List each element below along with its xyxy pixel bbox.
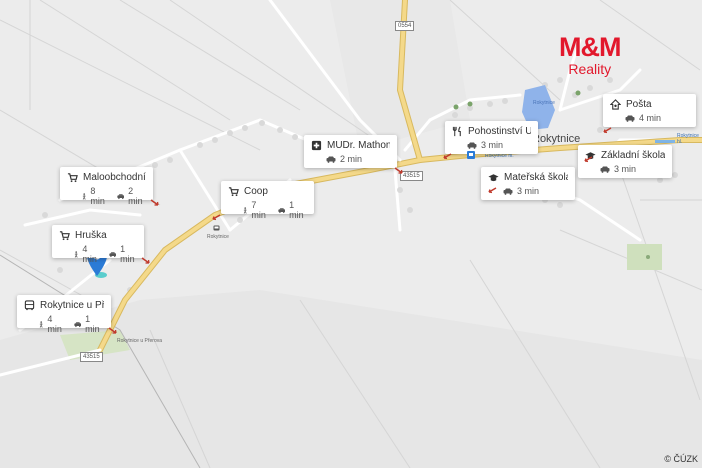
bus-stop-icon: [213, 225, 220, 231]
post-office-icon: [610, 99, 621, 110]
poi-name: Pošta: [626, 99, 652, 110]
cart-icon: [59, 231, 70, 241]
poi-car-time: 2 min: [128, 186, 143, 206]
car-icon: [73, 321, 81, 327]
poi-car-time: 2 min: [340, 154, 363, 164]
poi-walk-time: 4 min: [47, 314, 62, 334]
poi-car-time: 3 min: [614, 164, 637, 174]
car-icon: [625, 115, 635, 122]
medical-cross-icon: [311, 140, 322, 151]
poi-walk-time: 8 min: [90, 186, 105, 206]
car-icon: [467, 142, 477, 149]
poi-name: Coop: [244, 186, 268, 197]
poi-pointer-icon: [443, 153, 452, 160]
car-icon: [116, 193, 124, 199]
poi-card-posta[interactable]: Pošta 4 min: [603, 94, 696, 127]
poi-pointer-icon: [141, 257, 150, 264]
poi-card-maloobchod[interactable]: Maloobchodní Sít... 8 min 2 min: [60, 167, 153, 206]
poi-pointer-icon: [150, 199, 159, 206]
walk-icon: [82, 192, 86, 200]
brand-logo: M&M Reality: [559, 32, 621, 78]
walk-icon: [39, 320, 43, 328]
poi-name: MUDr. Mathonov...: [327, 140, 390, 151]
poi-walk-time: 4 min: [82, 244, 97, 264]
station-label: Rokytnice hl.: [677, 133, 699, 145]
poi-pointer-icon: [584, 156, 593, 163]
map-copyright: © ČÚZK: [664, 454, 698, 464]
poi-pointer-icon: [603, 127, 612, 134]
map-view[interactable]: 0554 43515 43515 Rokytnice Rokytnice Rok…: [0, 0, 702, 468]
cart-icon: [67, 173, 78, 183]
poi-car-time: 1 min: [289, 200, 304, 220]
brand-logo-sub: Reality: [568, 61, 612, 77]
poi-name: Základní škola Ro...: [601, 150, 665, 161]
car-icon: [600, 166, 610, 173]
walk-icon: [74, 250, 78, 258]
poi-card-materska[interactable]: Mateřská škola 3 min: [481, 167, 575, 200]
fork-knife-icon: [452, 126, 461, 137]
car-icon: [503, 188, 513, 195]
poi-card-hruska[interactable]: Hruška 4 min 1 min: [52, 225, 144, 264]
bus-icon: [24, 300, 35, 311]
cart-icon: [228, 187, 239, 197]
poi-card-pohostinstvi[interactable]: Pohostinství U He... 3 min: [445, 121, 538, 154]
poi-pointer-icon: [394, 167, 403, 174]
poi-name: Mateřská škola: [504, 172, 568, 183]
graduation-cap-icon: [488, 174, 499, 182]
lake-label: Rokytnice: [533, 100, 555, 106]
poi-card-coop[interactable]: Coop 7 min 1 min: [221, 181, 314, 220]
poi-name: Pohostinství U He...: [468, 126, 531, 137]
poi-car-time: 4 min: [639, 113, 662, 123]
poi-walk-time: 7 min: [251, 200, 266, 220]
car-icon: [277, 207, 285, 213]
poi-name: Maloobchodní Sít...: [83, 172, 146, 183]
poi-pointer-icon: [108, 327, 117, 334]
car-icon: [326, 156, 336, 163]
poi-car-time: 1 min: [120, 244, 135, 264]
poi-pointer-icon: [212, 214, 221, 221]
car-icon: [108, 251, 116, 257]
train-station-icon: [467, 151, 475, 159]
brand-logo-text: M&M: [559, 32, 621, 62]
poi-name: Rokytnice u Přero...: [40, 300, 104, 311]
poi-car-time: 3 min: [481, 140, 504, 150]
road-number-label: 0554: [395, 21, 415, 31]
poi-car-time: 3 min: [517, 186, 540, 196]
walk-icon: [243, 206, 247, 214]
poi-card-rokytnice-bus[interactable]: Rokytnice u Přero... 4 min 1 min: [17, 295, 111, 334]
poi-pointer-icon: [488, 187, 497, 194]
place-label: Rokytnice: [207, 234, 229, 240]
poi-card-mudr[interactable]: MUDr. Mathonov... 2 min: [304, 135, 397, 168]
place-label: Rokytnice u Přerova: [117, 338, 163, 344]
poi-car-time: 1 min: [85, 314, 100, 334]
road-number-label: 43515: [80, 352, 103, 362]
town-label: Rokytnice: [532, 133, 581, 145]
poi-name: Hruška: [75, 230, 107, 241]
